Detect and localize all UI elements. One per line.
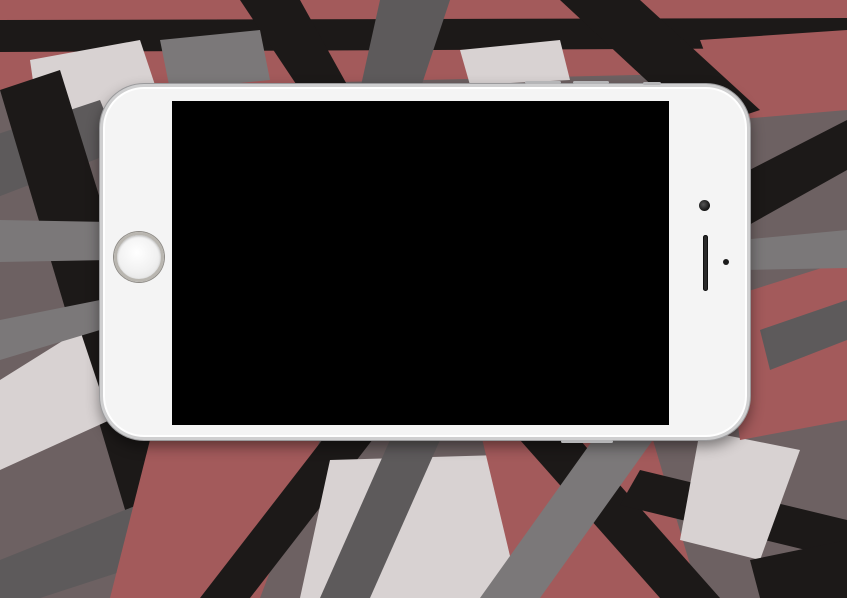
background-stripe-mid_gray: [0, 220, 110, 262]
proximity-sensor-icon: [723, 259, 729, 265]
photo-scene: [0, 0, 847, 598]
phone-screen: [172, 101, 669, 425]
front-camera-icon: [699, 200, 710, 211]
volume-down-button: [573, 81, 609, 84]
volume-up-button: [525, 81, 561, 84]
home-button-icon: [114, 232, 164, 282]
background-stripe-mid_gray: [160, 30, 270, 90]
mute-switch: [643, 82, 661, 85]
iphone-body: [100, 81, 750, 443]
power-button: [561, 440, 613, 443]
earpiece-speaker-icon: [703, 235, 708, 291]
